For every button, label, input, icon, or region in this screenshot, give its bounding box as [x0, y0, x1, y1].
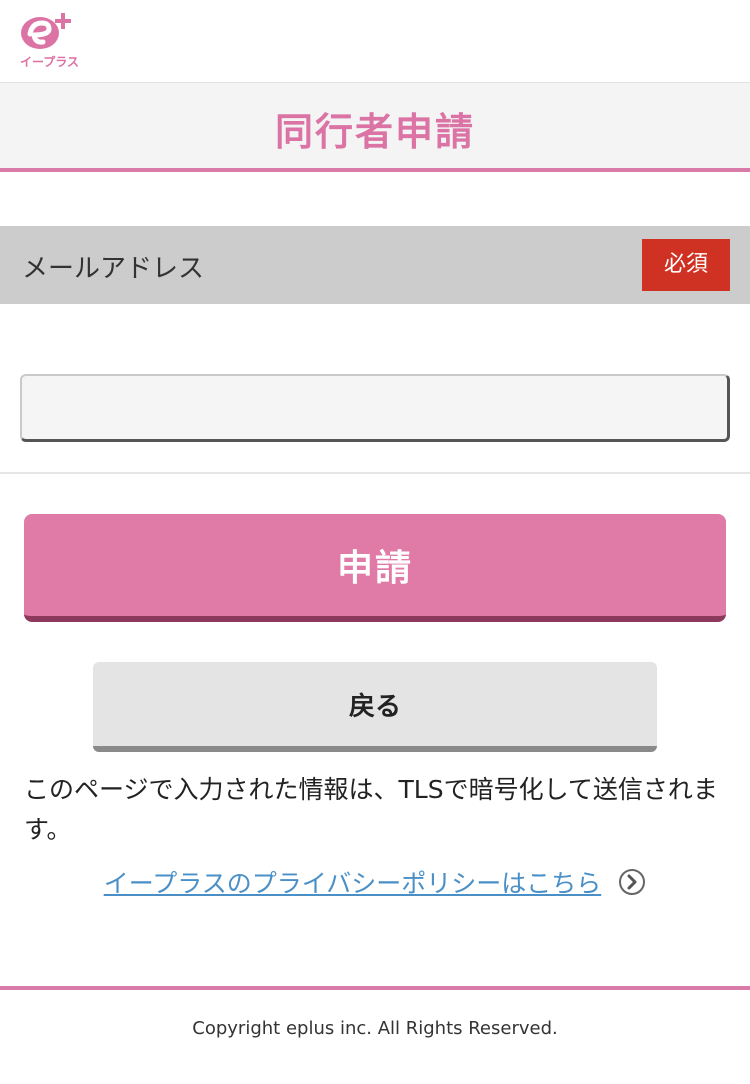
- footer-line: [0, 986, 750, 990]
- email-input[interactable]: [20, 374, 730, 442]
- submit-button[interactable]: 申請: [24, 514, 726, 622]
- chevron-right-circle-icon[interactable]: [618, 868, 646, 896]
- logo-text: イープラス: [20, 55, 80, 69]
- copyright: Copyright eplus inc. All Rights Reserved…: [192, 1018, 558, 1039]
- page: イープラス 同行者申請 メールアドレス 必須 申請 戻る このページで入力された…: [0, 0, 750, 1084]
- eplus-logo[interactable]: イープラス: [18, 8, 80, 69]
- back-button[interactable]: 戻る: [93, 662, 657, 752]
- email-field-header: メールアドレス 必須: [0, 226, 750, 304]
- privacy-policy-link[interactable]: イープラスのプライバシーポリシーはこちら: [104, 864, 602, 900]
- divider: [0, 472, 750, 474]
- tls-notice: このページで入力された情報は、TLSで暗号化して送信されます。: [24, 775, 718, 844]
- email-label: メールアドレス: [22, 254, 205, 284]
- required-badge: 必須: [642, 239, 730, 291]
- privacy-row: イープラスのプライバシーポリシーはこちら: [0, 864, 750, 910]
- title-band: 同行者申請: [0, 82, 750, 172]
- page-title: 同行者申請: [274, 110, 475, 154]
- eplus-logo-icon: [21, 13, 71, 49]
- logo-bar: イープラス: [0, 0, 750, 82]
